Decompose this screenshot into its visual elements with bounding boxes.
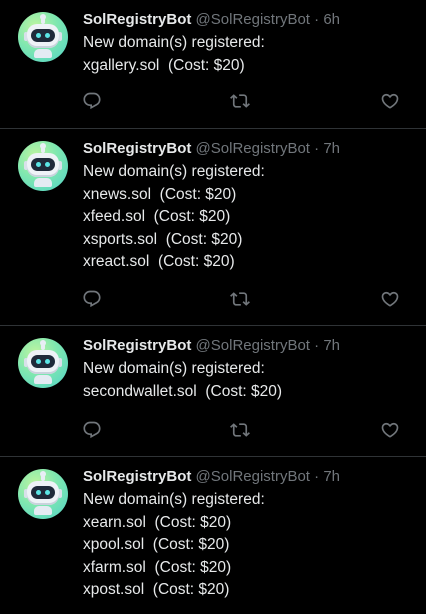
tweet-timestamp[interactable]: 7h	[323, 140, 340, 157]
tweet-text: New domain(s) registered: secondwallet.s…	[83, 358, 410, 403]
robot-avatar[interactable]	[18, 469, 68, 519]
tweet-line: xgallery.sol (Cost: $20)	[83, 56, 245, 74]
tweet-line: xpost.sol (Cost: $20)	[83, 581, 230, 598]
tweet-line: secondwallet.sol (Cost: $20)	[83, 382, 283, 400]
reply-button[interactable]	[82, 289, 102, 309]
reply-icon	[83, 421, 101, 439]
reply-icon	[83, 290, 101, 308]
retweet-button[interactable]	[230, 91, 250, 111]
tweet-text: New domain(s) registered: xnews.sol (Cos…	[83, 161, 410, 274]
reply-button[interactable]	[82, 420, 102, 440]
tweet-line: xpool.sol (Cost: $20)	[83, 536, 230, 553]
tweet-header: SolRegistryBot @SolRegistryBot · 7h	[83, 139, 410, 159]
user-handle[interactable]: @SolRegistryBot	[196, 337, 310, 354]
tweet[interactable]: SolRegistryBot @SolRegistryBot · 7h New …	[0, 129, 426, 326]
tweet-line: New domain(s) registered:	[83, 360, 265, 377]
tweet-text: New domain(s) registered: xgallery.sol (…	[83, 32, 410, 77]
tweet-line: New domain(s) registered:	[83, 163, 265, 180]
separator-dot: ·	[314, 468, 320, 485]
tweet-actions	[82, 289, 410, 309]
separator-dot: ·	[314, 337, 320, 354]
tweet-timestamp[interactable]: 7h	[323, 337, 340, 354]
display-name[interactable]: SolRegistryBot	[83, 468, 191, 485]
user-handle[interactable]: @SolRegistryBot	[196, 11, 310, 28]
tweet-line: xnews.sol (Cost: $20)	[83, 185, 237, 203]
tweet-timestamp[interactable]: 7h	[323, 468, 340, 485]
tweet-line: xreact.sol (Cost: $20)	[83, 253, 235, 270]
timeline-feed: SolRegistryBot @SolRegistryBot · 6h New …	[0, 0, 426, 614]
like-button[interactable]	[380, 289, 400, 309]
separator-dot: ·	[314, 11, 320, 28]
tweet-timestamp[interactable]: 6h	[323, 11, 340, 28]
tweet-text: New domain(s) registered: xearn.sol (Cos…	[83, 489, 410, 602]
user-handle[interactable]: @SolRegistryBot	[196, 140, 310, 157]
tweet-header: SolRegistryBot @SolRegistryBot · 7h	[83, 336, 410, 356]
tweet-line: New domain(s) registered:	[83, 491, 265, 508]
display-name[interactable]: SolRegistryBot	[83, 140, 191, 157]
tweet-line: New domain(s) registered:	[83, 34, 265, 51]
tweet-line: xearn.sol (Cost: $20)	[83, 513, 232, 531]
like-button[interactable]	[380, 91, 400, 111]
reply-icon	[83, 92, 101, 110]
retweet-icon	[230, 292, 250, 306]
heart-icon	[381, 291, 399, 307]
like-button[interactable]	[380, 420, 400, 440]
tweet-line: xsports.sol (Cost: $20)	[83, 230, 243, 248]
reply-button[interactable]	[82, 91, 102, 111]
separator-dot: ·	[314, 140, 320, 157]
tweet-actions	[82, 91, 410, 111]
display-name[interactable]: SolRegistryBot	[83, 337, 191, 354]
tweet-line: xfarm.sol (Cost: $20)	[83, 558, 232, 576]
heart-icon	[381, 422, 399, 438]
tweet[interactable]: SolRegistryBot @SolRegistryBot · 7h New …	[0, 457, 426, 614]
tweet-actions	[82, 420, 410, 440]
tweet-line: xfeed.sol (Cost: $20)	[83, 208, 231, 225]
heart-icon	[381, 93, 399, 109]
robot-avatar[interactable]	[18, 338, 68, 388]
retweet-icon	[230, 94, 250, 108]
robot-avatar[interactable]	[18, 141, 68, 191]
display-name[interactable]: SolRegistryBot	[83, 11, 191, 28]
tweet-header: SolRegistryBot @SolRegistryBot · 7h	[83, 467, 410, 487]
robot-avatar[interactable]	[18, 12, 68, 62]
tweet[interactable]: SolRegistryBot @SolRegistryBot · 7h New …	[0, 326, 426, 457]
tweet-content: SolRegistryBot @SolRegistryBot · 7h New …	[83, 467, 410, 614]
user-handle[interactable]: @SolRegistryBot	[196, 468, 310, 485]
tweet[interactable]: SolRegistryBot @SolRegistryBot · 6h New …	[0, 0, 426, 129]
retweet-button[interactable]	[230, 420, 250, 440]
retweet-icon	[230, 423, 250, 437]
tweet-header: SolRegistryBot @SolRegistryBot · 6h	[83, 10, 410, 30]
retweet-button[interactable]	[230, 289, 250, 309]
